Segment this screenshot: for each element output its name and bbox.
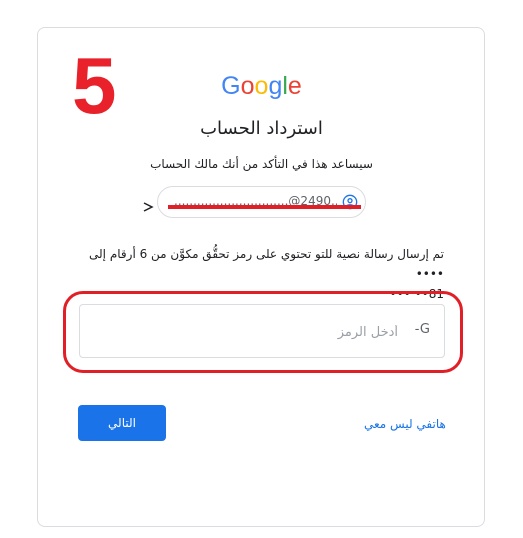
logo-letter: g bbox=[268, 72, 283, 100]
phone-not-with-me-link[interactable]: هاتفي ليس معي bbox=[364, 417, 446, 431]
code-prefix: -G bbox=[414, 322, 430, 337]
verification-code-field[interactable]: -G bbox=[79, 304, 445, 358]
google-logo: Google bbox=[0, 72, 523, 101]
verification-code-input[interactable] bbox=[116, 320, 400, 344]
redaction-scribble bbox=[143, 202, 361, 212]
page-title: استرداد الحساب bbox=[200, 118, 323, 139]
logo-letter: o bbox=[254, 72, 269, 100]
page-subtitle: سيساعد هذا في التأكد من أنك مالك الحساب bbox=[150, 157, 373, 171]
next-button[interactable]: التالي bbox=[78, 405, 166, 441]
logo-letter: o bbox=[240, 72, 255, 100]
logo-letter: e bbox=[287, 72, 302, 100]
sms-message-line-1: تم إرسال رسالة نصية للتو تحتوي على رمز ت… bbox=[89, 247, 444, 281]
logo-letter: G bbox=[221, 72, 241, 100]
